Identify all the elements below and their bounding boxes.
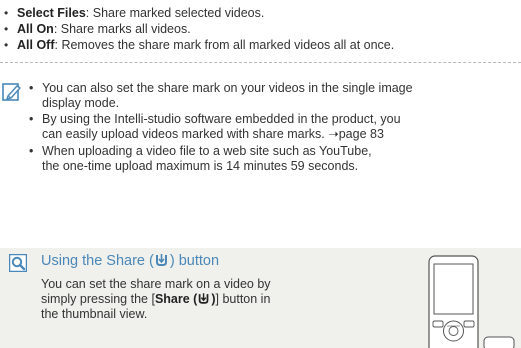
share-icon bbox=[155, 254, 167, 266]
tip-title-suffix: ) button bbox=[169, 253, 220, 269]
note-line: display mode. bbox=[42, 96, 120, 110]
option-all-off: • All Off: Removes the share mark from a… bbox=[4, 37, 395, 53]
option-term: Select Files bbox=[17, 6, 86, 20]
option-desc: : Share marks all videos. bbox=[53, 22, 191, 36]
tip-line: simply pressing the [Share ()] button in bbox=[41, 292, 270, 307]
tip-title-prefix: Using the Share ( bbox=[41, 253, 154, 269]
tip-text: simply pressing the [ bbox=[41, 292, 155, 306]
tip-text: ] button in bbox=[215, 292, 271, 306]
bullet-dot: • bbox=[29, 112, 34, 126]
tip-line: You can set the share mark on a video by bbox=[41, 277, 271, 291]
note-item: • When uploading a video file to a web s… bbox=[29, 144, 372, 174]
bullet-dot: • bbox=[29, 144, 34, 158]
note-line: can easily upload videos marked with sha… bbox=[42, 127, 384, 141]
share-button-ref: Share () bbox=[155, 292, 216, 306]
tip-line: the thumbnail view. bbox=[41, 307, 148, 321]
note-line: the one-time upload maximum is 14 minute… bbox=[42, 159, 359, 173]
pencil-note-icon bbox=[2, 83, 21, 101]
option-select-files: • Select Files: Share marked selected vi… bbox=[4, 5, 265, 21]
bullet-dot: • bbox=[4, 6, 9, 20]
bullet-dot: • bbox=[4, 38, 9, 52]
camcorder-illustration bbox=[428, 255, 515, 348]
option-desc: : Share marked selected videos. bbox=[85, 6, 265, 20]
option-desc: : Removes the share mark from all marked… bbox=[54, 38, 395, 52]
tip-bold-text: ( bbox=[189, 292, 198, 306]
option-term: All On bbox=[17, 22, 54, 36]
note-line: When uploading a video file to a web sit… bbox=[42, 144, 372, 158]
note-item: • By using the Intelli-studio software e… bbox=[29, 112, 401, 142]
option-all-on: • All On: Share marks all videos. bbox=[4, 21, 191, 37]
tip-bold-text: Share bbox=[154, 292, 190, 306]
section-divider bbox=[0, 62, 521, 63]
bullet-dot: • bbox=[4, 22, 9, 36]
bullet-dot: • bbox=[29, 81, 34, 95]
magnifier-icon bbox=[9, 254, 27, 272]
note-line: You can also set the share mark on your … bbox=[42, 81, 413, 95]
note-item: • You can also set the share mark on you… bbox=[29, 81, 413, 111]
tip-title: Using the Share ( ) button bbox=[41, 253, 219, 269]
note-line: By using the Intelli-studio software emb… bbox=[42, 112, 401, 126]
share-icon bbox=[199, 293, 209, 304]
option-term: All Off bbox=[17, 38, 55, 52]
